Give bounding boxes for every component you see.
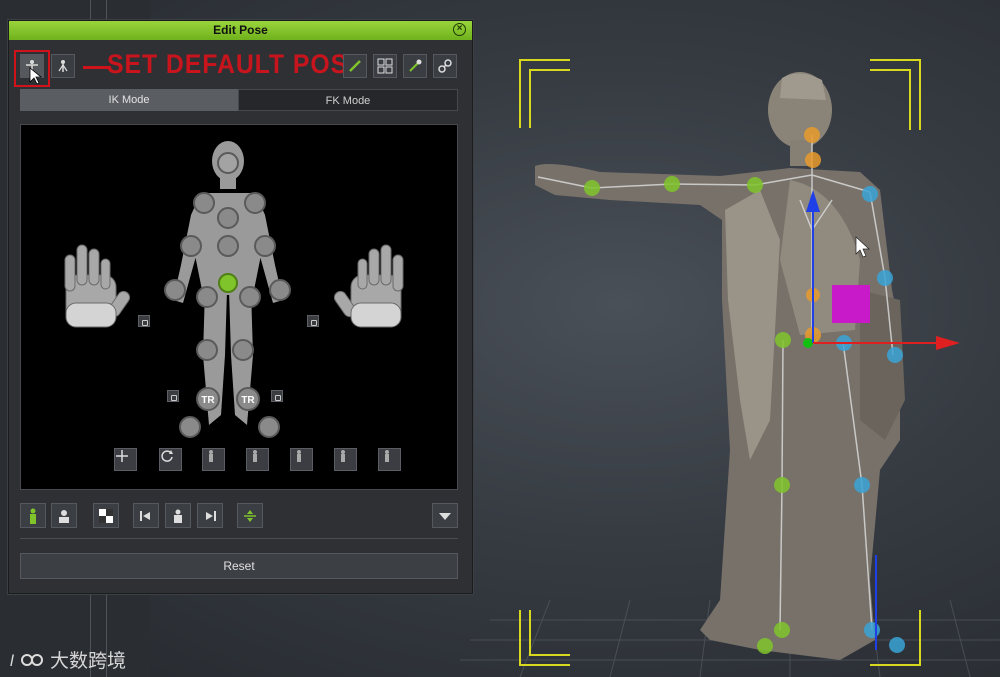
- move-icon: [116, 450, 128, 462]
- move-lock-button[interactable]: [114, 448, 137, 471]
- right-hand-lock-icon[interactable]: [307, 315, 319, 327]
- left-foot-lock-icon[interactable]: [167, 390, 179, 402]
- align-center-icon: [244, 509, 256, 522]
- chevron-down-icon: [439, 512, 451, 520]
- tab-fk-mode[interactable]: FK Mode: [238, 89, 458, 111]
- checker-icon: [99, 508, 113, 523]
- lock-preset-3-button[interactable]: [290, 448, 313, 471]
- lock-preset-4-button[interactable]: [334, 448, 357, 471]
- lock-preset-2-button[interactable]: [246, 448, 269, 471]
- mirror-button[interactable]: [93, 503, 119, 528]
- pen-tool-button[interactable]: [343, 54, 367, 78]
- more-options-dropdown[interactable]: [432, 503, 458, 528]
- panel-titlebar[interactable]: Edit Pose ×: [9, 21, 472, 40]
- watermark: l 大数跨境: [10, 646, 126, 673]
- arrow-left-icon: [140, 510, 150, 521]
- copy-left-button[interactable]: [133, 503, 159, 528]
- pen-icon: [349, 60, 361, 72]
- figure-icon: [174, 509, 182, 523]
- watermark-text: 大数跨境: [50, 651, 127, 672]
- right-foot-tr-label: TR: [241, 395, 255, 406]
- upper-body-button[interactable]: [51, 503, 77, 528]
- lock-preset-5-button[interactable]: [378, 448, 401, 471]
- grid-icon: [377, 58, 393, 74]
- scene-canvas[interactable]: [460, 0, 1000, 677]
- grid-layout-button[interactable]: [373, 54, 397, 78]
- edit-pose-panel: Edit Pose × SET DEFAULT POSE IK Mode FK …: [8, 20, 473, 594]
- relax-pose-button[interactable]: [51, 54, 75, 78]
- mouse-pointer-icon: [29, 67, 43, 85]
- close-icon[interactable]: ×: [453, 23, 466, 36]
- lock-preset-1-button[interactable]: [202, 448, 225, 471]
- reset-button[interactable]: Reset: [20, 553, 458, 579]
- body-map-stage[interactable]: TR TR: [20, 124, 458, 490]
- figure-lock-icon: [385, 450, 389, 462]
- figure-lock-icon: [209, 450, 213, 462]
- panel-title: Edit Pose: [213, 23, 268, 37]
- right-foot-lock-icon[interactable]: [271, 390, 283, 402]
- figure-lock-icon: [341, 450, 345, 462]
- figure-lock-icon: [297, 450, 301, 462]
- svg-text:l: l: [10, 653, 14, 670]
- left-hand-map[interactable]: [64, 244, 132, 328]
- align-vertical-button[interactable]: [237, 503, 263, 528]
- relaxed-pose-icon: [58, 60, 68, 72]
- arrow-right-icon: [206, 510, 216, 521]
- rotate-lock-button[interactable]: [159, 448, 182, 471]
- link-tool-button[interactable]: [433, 54, 457, 78]
- chain-link-icon: [438, 59, 452, 73]
- statue-model[interactable]: [535, 72, 905, 660]
- rotate-icon: [161, 450, 173, 462]
- divider: [20, 538, 458, 539]
- tab-ik-mode[interactable]: IK Mode: [20, 89, 238, 111]
- mode-tabs: IK Mode FK Mode: [20, 89, 458, 111]
- annotation-label: SET DEFAULT POSE: [107, 49, 366, 79]
- bust-icon: [59, 509, 69, 523]
- right-hand-map[interactable]: [332, 244, 404, 328]
- left-foot-tr-label: TR: [201, 395, 215, 406]
- mirror-pose-button[interactable]: [165, 503, 191, 528]
- copy-right-button[interactable]: [197, 503, 223, 528]
- pin-icon: [409, 59, 422, 72]
- hip-joint-selected[interactable]: [218, 273, 238, 293]
- watermark-logo-icon: l: [10, 653, 43, 670]
- figure-lock-icon: [253, 450, 257, 462]
- left-hand-lock-icon[interactable]: [138, 315, 150, 327]
- body-map[interactable]: TR TR: [21, 125, 457, 489]
- pin-tool-button[interactable]: [403, 54, 427, 78]
- full-body-button[interactable]: [20, 503, 46, 528]
- 3d-viewport[interactable]: [460, 0, 1000, 677]
- body-green-icon: [30, 508, 36, 524]
